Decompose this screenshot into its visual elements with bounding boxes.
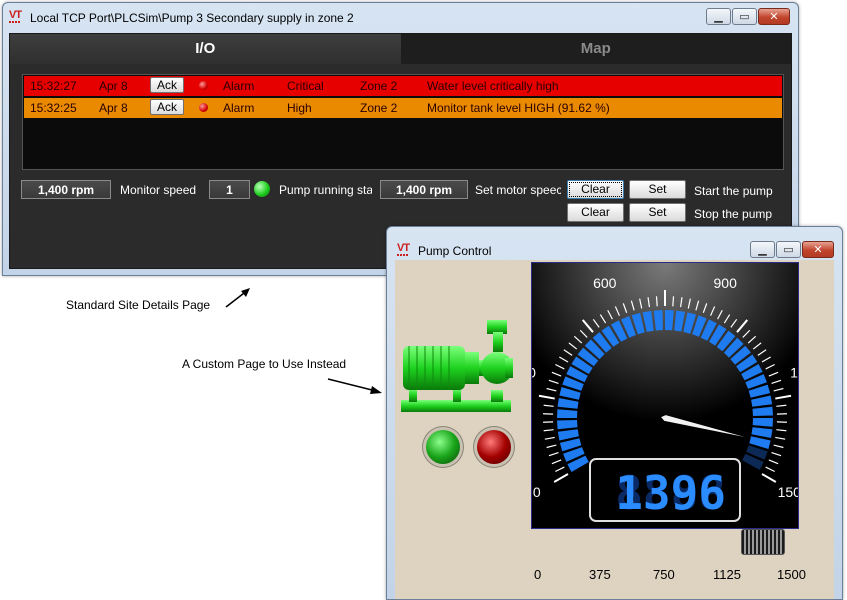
vt-logo: VT (397, 242, 409, 254)
pump-motor-icon (401, 320, 513, 416)
alarm-row-critical[interactable]: 15:32:27 Apr 8 Ack Alarm Critical Zone 2… (24, 76, 782, 96)
maximize-icon: ▭ (739, 10, 749, 23)
speed-gauge: 0 300 600 900 1200 1500 8888 1396 (531, 262, 799, 529)
gauge-label-0: 0 (533, 484, 541, 500)
ack-button[interactable]: Ack (150, 77, 184, 93)
monitor-speed-label: Monitor speed (120, 183, 196, 197)
scale-label-0: 0 (534, 567, 541, 582)
scale-label-1500: 1500 (777, 567, 806, 582)
alarm-time: 15:32:25 (30, 101, 77, 115)
maximize-icon: ▭ (783, 243, 793, 256)
speed-slider[interactable] (533, 528, 809, 558)
alarm-message: Water level critically high (427, 79, 559, 93)
vt-logo: VT (9, 9, 21, 21)
clear-button-start[interactable]: Clear (567, 180, 624, 199)
gauge-tick (673, 296, 674, 306)
pump-window-titlebar[interactable]: VT Pump Control ▁ ▭ ✕ (387, 227, 842, 257)
clear-button-stop[interactable]: Clear (567, 203, 624, 222)
annotation-standard: Standard Site Details Page (66, 298, 210, 312)
pump-control-window: VT Pump Control ▁ ▭ ✕ (386, 226, 843, 600)
pump-window-title: Pump Control (418, 244, 491, 258)
maximize-button[interactable]: ▭ (776, 241, 801, 258)
alarm-row-high[interactable]: 15:32:25 Apr 8 Ack Alarm High Zone 2 Mon… (24, 98, 782, 118)
minimize-button[interactable]: ▁ (750, 241, 775, 258)
alarm-indicator-icon (199, 81, 208, 90)
alarm-zone: Zone 2 (360, 101, 397, 115)
scale-label-750: 750 (653, 567, 675, 582)
monitor-speed-value: 1,400 rpm (21, 180, 111, 199)
annotation-custom: A Custom Page to Use Instead (182, 357, 346, 371)
tab-bar: I/O Map (10, 34, 791, 64)
alarm-list[interactable]: 15:32:27 Apr 8 Ack Alarm Critical Zone 2… (22, 74, 784, 170)
gauge-label-1500: 1500 (778, 484, 798, 500)
alarm-date: Apr 8 (99, 101, 128, 115)
minimize-button[interactable]: ▁ (706, 8, 731, 25)
close-icon: ✕ (769, 10, 778, 23)
pump-running-value: 1 (209, 180, 250, 199)
scale-label-375: 375 (589, 567, 611, 582)
io-window-titlebar[interactable]: VT Local TCP Port\PLCSim\Pump 3 Secondar… (3, 3, 798, 33)
gauge-label-600: 600 (593, 275, 617, 291)
scale-label-1125: 1125 (713, 567, 741, 582)
tab-io[interactable]: I/O (10, 34, 401, 64)
annotation-arrow-standard (222, 285, 254, 311)
ack-button[interactable]: Ack (150, 99, 184, 115)
alarm-indicator-icon (199, 103, 208, 112)
gauge-label-300: 300 (532, 364, 536, 380)
minimize-icon: ▁ (758, 243, 766, 256)
alarm-time: 15:32:27 (30, 79, 77, 93)
motor-speed-label: Set motor speec (475, 183, 561, 197)
alarm-type: Alarm (223, 101, 254, 115)
gauge-readout: 1396 (615, 466, 726, 520)
close-icon: ✕ (813, 243, 822, 256)
minimize-icon: ▁ (714, 10, 722, 23)
maximize-button[interactable]: ▭ (732, 8, 757, 25)
pump-running-led-icon (254, 181, 270, 197)
alarm-priority: High (287, 101, 312, 115)
gauge-label-1200: 1200 (790, 364, 798, 380)
alarm-date: Apr 8 (99, 79, 128, 93)
pump-running-label: Pump running sta (279, 183, 372, 197)
alarm-type: Alarm (223, 79, 254, 93)
alarm-priority: Critical (287, 79, 324, 93)
stop-pump-label: Stop the pump (694, 207, 772, 221)
io-window-title: Local TCP Port\PLCSim\Pump 3 Secondary s… (30, 11, 354, 25)
tab-map[interactable]: Map (401, 34, 792, 64)
alarm-message: Monitor tank level HIGH (91.62 %) (427, 101, 610, 115)
pump-client-area: 0 300 600 900 1200 1500 8888 1396 0 375 … (395, 260, 834, 599)
motor-speed-value[interactable]: 1,400 rpm (380, 180, 468, 199)
alarm-zone: Zone 2 (360, 79, 397, 93)
running-lamp-icon (426, 430, 460, 464)
gauge-dial: 0 300 600 900 1200 1500 8888 1396 (532, 263, 798, 528)
set-button-start[interactable]: Set (629, 180, 686, 199)
close-button[interactable]: ✕ (758, 8, 790, 25)
start-pump-label: Start the pump (694, 184, 773, 198)
close-button[interactable]: ✕ (802, 241, 834, 258)
slider-thumb[interactable] (741, 529, 785, 555)
gauge-label-900: 900 (714, 275, 738, 291)
gauge-tick (656, 296, 657, 306)
annotation-arrow-custom (326, 375, 384, 397)
fault-lamp-icon (477, 430, 511, 464)
set-button-stop[interactable]: Set (629, 203, 686, 222)
